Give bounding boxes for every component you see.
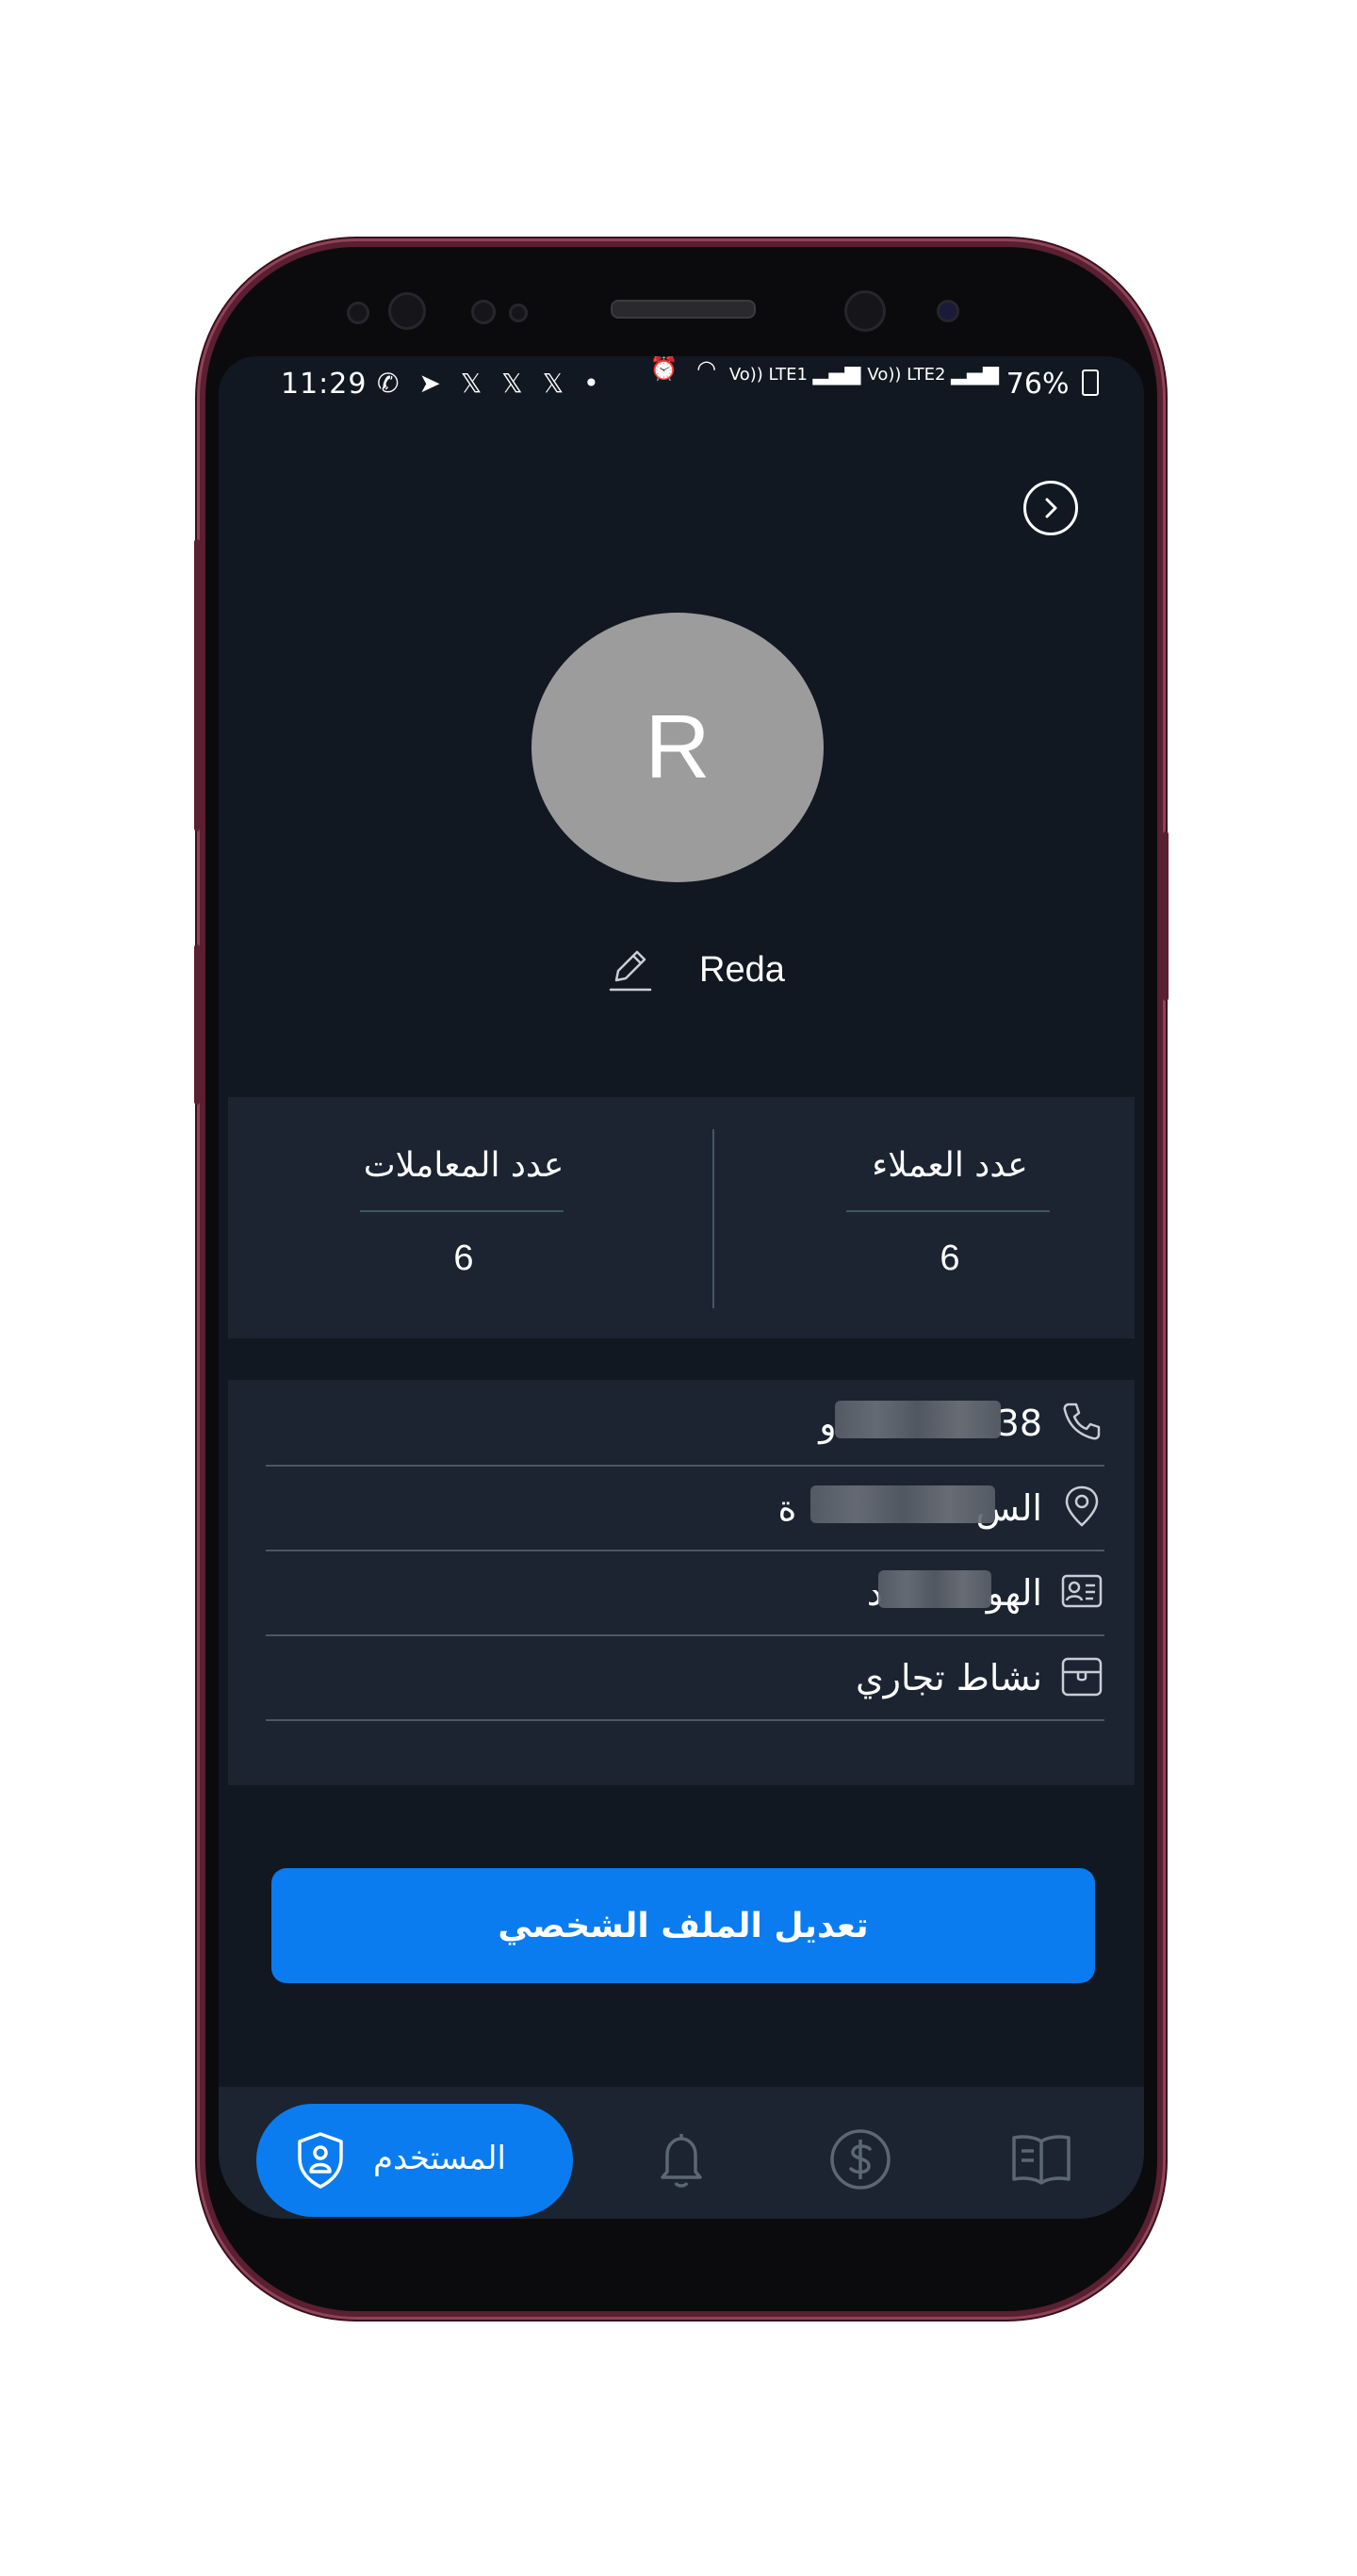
battery-percent: 76% bbox=[1005, 368, 1070, 401]
user-shield-icon bbox=[298, 2132, 343, 2189]
bixby-button bbox=[194, 944, 200, 1105]
chevron-right-icon bbox=[1045, 498, 1057, 518]
book-icon[interactable] bbox=[1008, 2126, 1074, 2192]
stat-customers-label: عدد العملاء bbox=[872, 1146, 1028, 1185]
signal-icon-2: ▂▄▆ bbox=[951, 362, 999, 386]
info-row-phone[interactable]: 38 و bbox=[266, 1380, 1104, 1467]
phone-visible: 38 bbox=[996, 1403, 1042, 1444]
sensor bbox=[347, 302, 369, 324]
bell-icon[interactable] bbox=[648, 2126, 714, 2192]
notification-icons: ✆ ➤ 𝕏 𝕏 𝕏 • bbox=[377, 368, 605, 399]
id-card-icon bbox=[1061, 1574, 1103, 1608]
profile-name: Reda bbox=[699, 950, 785, 990]
stat-transactions: عدد المعاملات 6 bbox=[322, 1097, 605, 1338]
pencil-edit-icon[interactable] bbox=[605, 944, 654, 995]
id-visible: الهو bbox=[986, 1572, 1042, 1614]
battery-status: 76% bbox=[1006, 368, 1099, 401]
iris-sensor bbox=[388, 292, 426, 330]
redacted-id bbox=[878, 1570, 991, 1608]
profile-name-row: Reda bbox=[219, 944, 1144, 1001]
dollar-icon[interactable] bbox=[827, 2126, 893, 2192]
battery-icon bbox=[1082, 369, 1099, 396]
wifi-icon: ◠ bbox=[696, 356, 717, 382]
signal-icon: ▂▄▆ bbox=[812, 362, 868, 386]
redacted-address bbox=[810, 1485, 995, 1523]
info-card: 38 و السة الهود نشاط تجاري bbox=[228, 1380, 1135, 1785]
info-row-business[interactable]: نشاط تجاري bbox=[266, 1634, 1104, 1721]
network-indicators: ⏰ ◠ Vo)) LTE1 ▂▄▆ Vo)) LTE2 ▂▄▆ bbox=[650, 357, 999, 386]
proximity-sensor bbox=[471, 300, 496, 324]
nav-item-user-label: المستخدم bbox=[373, 2140, 506, 2177]
info-business-text: نشاط تجاري bbox=[855, 1657, 1042, 1698]
location-pin-icon bbox=[1065, 1485, 1099, 1527]
earpiece-speaker bbox=[611, 300, 756, 319]
bottom-navigation: المستخدم bbox=[219, 2087, 1144, 2219]
light-sensor bbox=[509, 304, 528, 322]
redacted-phone bbox=[835, 1401, 1001, 1438]
status-time: 11:29 bbox=[281, 368, 368, 401]
briefcase-icon bbox=[1061, 1657, 1103, 1697]
avatar[interactable]: R bbox=[531, 613, 824, 882]
iris-camera bbox=[937, 300, 959, 322]
stats-card: عدد المعاملات 6 عدد العملاء 6 bbox=[228, 1097, 1135, 1338]
info-row-id[interactable]: الهود bbox=[266, 1550, 1104, 1636]
phone-icon bbox=[1063, 1403, 1101, 1440]
stat-transactions-label: عدد المعاملات bbox=[363, 1146, 564, 1185]
front-camera bbox=[844, 290, 886, 332]
power-button bbox=[1163, 831, 1169, 1001]
stats-divider bbox=[712, 1129, 714, 1308]
status-bar: 11:29 ✆ ➤ 𝕏 𝕏 𝕏 • ⏰ ◠ Vo)) LTE1 ▂▄▆ Vo))… bbox=[219, 356, 1144, 413]
phone-prefix: و bbox=[819, 1403, 837, 1444]
nav-item-user[interactable]: المستخدم bbox=[256, 2104, 573, 2217]
stat-customers-value: 6 bbox=[940, 1239, 960, 1278]
stat-underline bbox=[846, 1210, 1050, 1212]
stat-underline bbox=[360, 1210, 564, 1212]
stat-customers: عدد العملاء 6 bbox=[809, 1097, 1091, 1338]
sim2-indicator: Vo)) LTE2 bbox=[867, 365, 946, 385]
info-row-address[interactable]: السة bbox=[266, 1465, 1104, 1551]
app-screen: 11:29 ✆ ➤ 𝕏 𝕏 𝕏 • ⏰ ◠ Vo)) LTE1 ▂▄▆ Vo))… bbox=[219, 356, 1144, 2219]
address-end: ة bbox=[777, 1487, 797, 1529]
stat-transactions-value: 6 bbox=[453, 1239, 474, 1278]
volume-button bbox=[194, 539, 200, 831]
alarm-icon: ⏰ bbox=[649, 356, 678, 382]
forward-button[interactable] bbox=[1023, 481, 1078, 535]
edit-profile-button[interactable]: تعديل الملف الشخصي bbox=[271, 1868, 1095, 1983]
sim1-indicator: Vo)) LTE1 bbox=[728, 365, 808, 385]
